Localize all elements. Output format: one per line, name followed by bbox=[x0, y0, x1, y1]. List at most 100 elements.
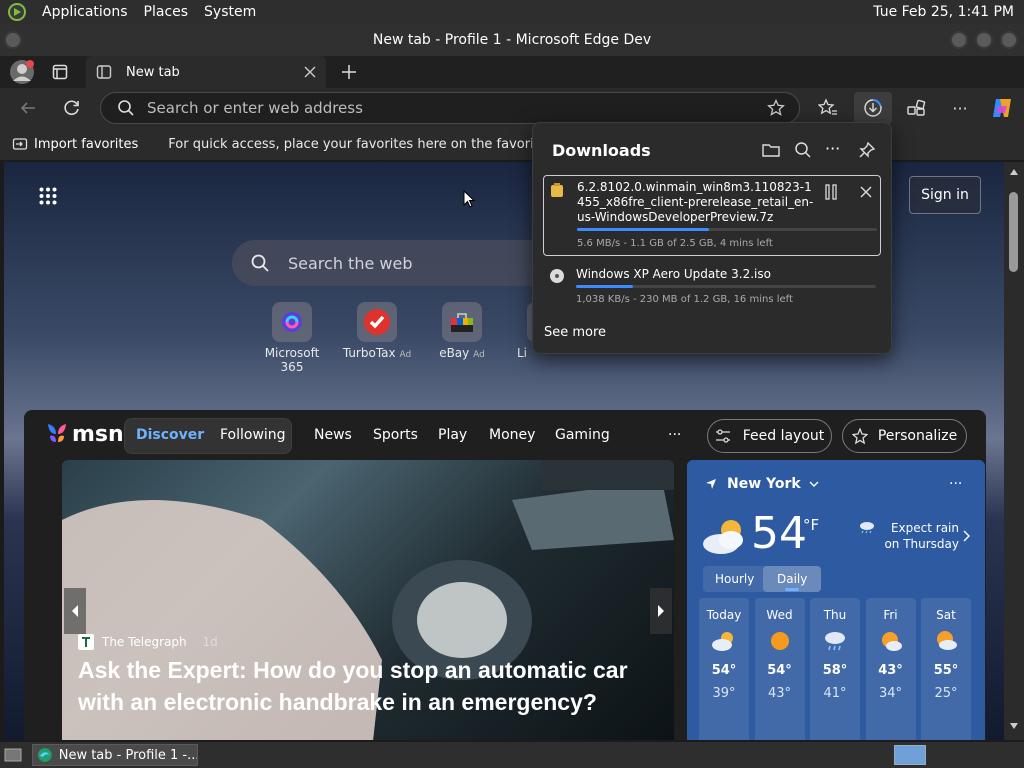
location-arrow-icon bbox=[706, 479, 716, 489]
forecast-day[interactable]: Thu 58° 41° bbox=[810, 598, 860, 740]
extensions-button[interactable] bbox=[904, 96, 928, 120]
weather-card[interactable]: New York ··· 54 °F Expect rain on Thursd… bbox=[687, 460, 985, 740]
cancel-download-icon[interactable] bbox=[860, 186, 872, 198]
download-status: 1,038 KB/s - 230 MB of 1.2 GB, 16 mins l… bbox=[576, 294, 793, 305]
microsoft-365-icon bbox=[282, 312, 302, 332]
window-title-bar[interactable]: New tab - Profile 1 - Microsoft Edge Dev bbox=[0, 24, 1024, 56]
downloads-button[interactable] bbox=[854, 92, 892, 124]
tab-label: New tab bbox=[126, 64, 180, 80]
forecast-day[interactable]: Wed 54° 43° bbox=[754, 598, 805, 740]
personalize-button[interactable]: Personalize bbox=[842, 419, 967, 453]
forecast-day[interactable]: Today 54° 39° bbox=[699, 598, 749, 740]
download-item[interactable]: 6.2.8102.0.winmain_win8m3.110823-1455_x8… bbox=[543, 175, 881, 256]
copilot-button[interactable] bbox=[988, 95, 1016, 121]
applications-icon[interactable] bbox=[8, 3, 26, 21]
nav-gaming[interactable]: Gaming bbox=[555, 427, 610, 443]
download-item[interactable]: Windows XP Aero Update 3.2.iso 1,038 KB/… bbox=[543, 263, 881, 311]
forecast-day[interactable]: Fri 43° 34° bbox=[865, 598, 916, 740]
quick-link-turbotax[interactable]: TurboTax Ad bbox=[337, 302, 417, 360]
clock[interactable]: Tue Feb 25, 1:41 PM bbox=[873, 4, 1014, 20]
partly-cloudy-icon bbox=[937, 631, 957, 650]
archive-file-icon bbox=[551, 183, 563, 197]
import-favorites-button[interactable]: Import favorites bbox=[12, 136, 138, 152]
refresh-button[interactable] bbox=[60, 96, 84, 120]
favorite-star-icon[interactable] bbox=[767, 99, 785, 117]
hero-story-card[interactable]: The Telegraph · 1d Ask the Expert: How d… bbox=[62, 460, 674, 740]
download-filename: Windows XP Aero Update 3.2.iso bbox=[576, 267, 771, 281]
refresh-icon bbox=[64, 100, 79, 116]
nav-sports[interactable]: Sports bbox=[373, 427, 418, 443]
sign-in-button[interactable]: Sign in bbox=[909, 176, 981, 214]
scroll-down-icon[interactable] bbox=[1009, 722, 1019, 730]
page-scrollbar[interactable] bbox=[1004, 162, 1024, 740]
address-bar[interactable]: Search or enter web address bbox=[100, 92, 800, 124]
sliders-icon bbox=[715, 429, 730, 443]
nav-news[interactable]: News bbox=[314, 427, 352, 443]
feed-layout-button[interactable]: Feed layout bbox=[707, 419, 832, 453]
favorites-button[interactable] bbox=[816, 96, 840, 120]
system-taskbar: New tab - Profile 1 -... bbox=[0, 742, 1024, 768]
tab-actions-button[interactable] bbox=[48, 61, 72, 83]
open-folder-icon[interactable] bbox=[762, 142, 780, 158]
search-icon bbox=[251, 254, 269, 272]
tab-discover[interactable]: Discover bbox=[136, 427, 204, 443]
back-button[interactable] bbox=[16, 96, 40, 120]
scroll-up-icon[interactable] bbox=[1009, 168, 1019, 176]
nav-money[interactable]: Money bbox=[489, 427, 535, 443]
personalize-star-icon bbox=[851, 428, 868, 444]
close-window-button[interactable] bbox=[1000, 31, 1018, 49]
maximize-button[interactable] bbox=[975, 31, 993, 49]
minimize-button[interactable] bbox=[950, 31, 968, 49]
nav-play[interactable]: Play bbox=[438, 427, 467, 443]
window-menu-button[interactable] bbox=[4, 31, 22, 49]
partly-cloudy-icon bbox=[712, 632, 733, 651]
settings-more-button[interactable]: ··· bbox=[948, 96, 972, 120]
web-search-box[interactable]: Search the web bbox=[232, 240, 562, 286]
temperature-unit[interactable]: °F bbox=[803, 516, 819, 534]
weather-more-button[interactable]: ··· bbox=[949, 476, 962, 492]
tab-new-tab[interactable]: New tab bbox=[86, 56, 326, 88]
pause-icon[interactable] bbox=[824, 184, 838, 200]
see-more-link[interactable]: See more bbox=[544, 325, 606, 340]
new-tab-button[interactable] bbox=[337, 60, 361, 84]
toggle-daily[interactable]: Daily bbox=[763, 566, 821, 592]
favorites-star-list-icon bbox=[818, 98, 837, 115]
web-search-placeholder: Search the web bbox=[288, 253, 413, 273]
show-desktop-icon[interactable] bbox=[4, 747, 22, 763]
copilot-icon bbox=[993, 99, 1011, 117]
close-tab-icon[interactable] bbox=[304, 66, 316, 78]
quick-link-ebay[interactable]: eBay Ad bbox=[422, 302, 502, 360]
hero-prev-button[interactable] bbox=[64, 588, 86, 634]
nav-more-button[interactable]: ··· bbox=[668, 427, 681, 443]
import-icon bbox=[12, 138, 28, 150]
forecast-note[interactable]: Expect rain on Thursday bbox=[877, 520, 959, 552]
hero-headline[interactable]: Ask the Expert: How do you stop an autom… bbox=[78, 654, 668, 718]
rain-icon bbox=[825, 632, 845, 651]
quick-link-microsoft-365[interactable]: Microsoft 365 bbox=[252, 302, 332, 374]
profile-avatar[interactable] bbox=[8, 58, 36, 86]
scrollbar-thumb[interactable] bbox=[1009, 192, 1018, 272]
tab-following[interactable]: Following bbox=[220, 427, 286, 443]
menu-applications[interactable]: Applications bbox=[42, 4, 128, 20]
menu-places[interactable]: Places bbox=[144, 4, 189, 20]
forecast-day[interactable]: Sat 55° 25° bbox=[921, 598, 971, 740]
taskbar-window-edge[interactable]: New tab - Profile 1 -... bbox=[32, 744, 198, 766]
msn-butterfly-icon bbox=[48, 424, 66, 442]
menu-system[interactable]: System bbox=[204, 4, 256, 20]
weather-location[interactable]: New York bbox=[705, 476, 819, 492]
disc-image-icon bbox=[550, 269, 564, 283]
search-downloads-icon[interactable] bbox=[794, 141, 812, 159]
tab-strip: New tab bbox=[0, 56, 1024, 88]
chevron-right-icon[interactable] bbox=[963, 530, 971, 542]
toggle-hourly[interactable]: Hourly bbox=[715, 572, 754, 586]
chevron-down-icon bbox=[809, 481, 819, 487]
hero-next-button[interactable] bbox=[650, 588, 672, 634]
pin-icon[interactable] bbox=[858, 141, 876, 159]
downloads-more-button[interactable]: ··· bbox=[825, 139, 840, 158]
app-launcher-button[interactable] bbox=[36, 184, 60, 208]
msn-logo[interactable]: msn bbox=[72, 422, 124, 447]
tab-actions-icon bbox=[52, 64, 68, 80]
partly-cloudy-icon bbox=[881, 632, 902, 651]
workspace-switcher[interactable] bbox=[894, 745, 926, 765]
import-favorites-label: Import favorites bbox=[34, 136, 139, 152]
